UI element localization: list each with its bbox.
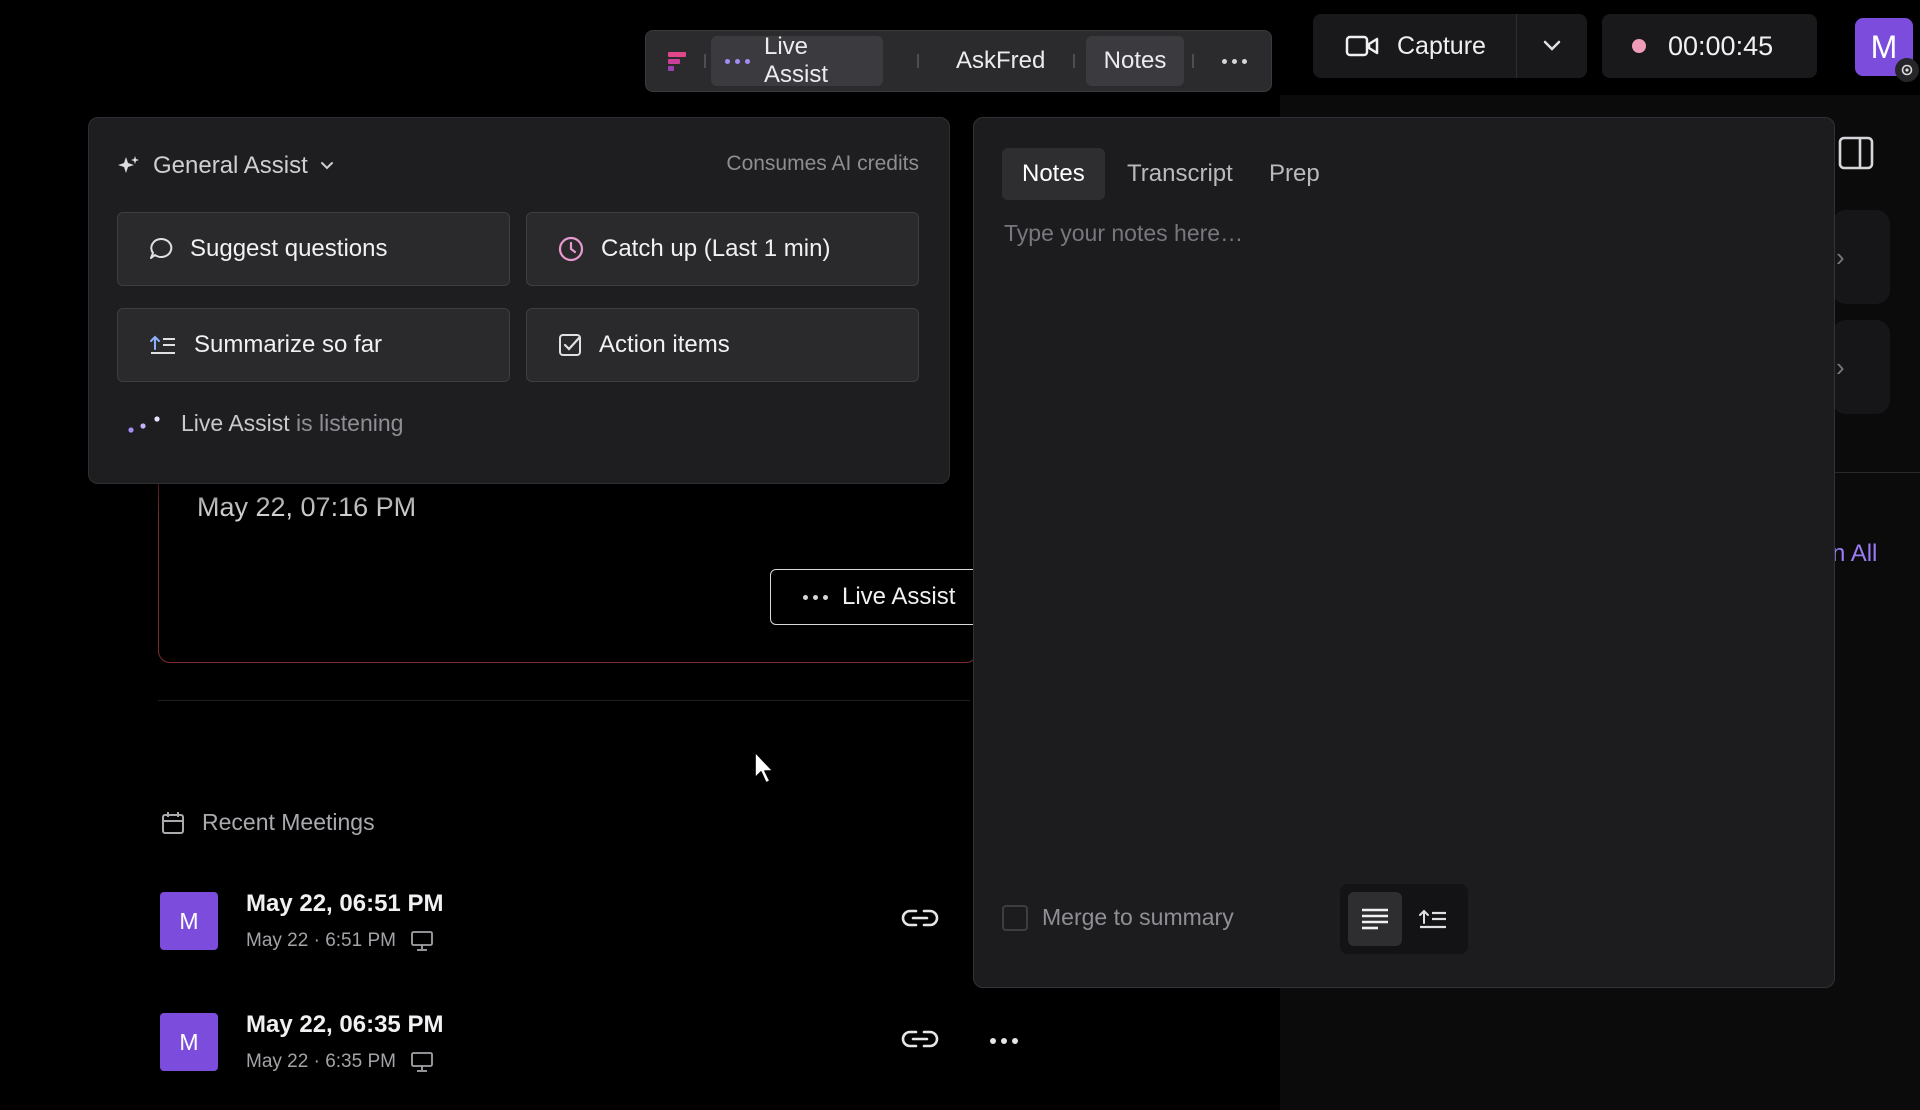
assist-mode-label: General Assist — [153, 152, 308, 179]
more-dots-icon — [803, 594, 828, 600]
summary-list-icon — [1419, 909, 1446, 929]
meeting-subtitle: May 22 · 6:35 PM — [246, 1051, 434, 1073]
action-items-label: Action items — [599, 331, 730, 358]
live-assist-button-label: Live Assist — [842, 583, 956, 610]
catch-up-label: Catch up (Last 1 min) — [601, 235, 831, 262]
meeting-date: May 22, 07:16 PM — [197, 492, 417, 522]
tab-prep[interactable]: Prep — [1249, 148, 1340, 200]
live-assist-panel: General Assist Consumes AI credits Sugge… — [88, 117, 950, 484]
listening-dots-icon — [128, 415, 160, 433]
format-toggle-group — [1340, 884, 1468, 954]
separator — [917, 54, 919, 68]
separator — [1073, 54, 1075, 68]
suggest-questions-button[interactable]: Suggest questions — [117, 212, 510, 286]
toolbar-more-button[interactable] — [1208, 36, 1258, 86]
summary-format-button[interactable] — [1406, 892, 1460, 946]
notes-input[interactable] — [1002, 218, 1806, 802]
sparkle-icon — [118, 156, 139, 173]
avatar: M — [160, 1013, 218, 1071]
capture-label: Capture — [1397, 31, 1486, 60]
capture-dropdown-button[interactable] — [1517, 14, 1587, 78]
meeting-toolbar: Live Assist AskFred Notes — [645, 30, 1272, 92]
link-icon[interactable] — [900, 1027, 940, 1051]
monitor-icon — [411, 931, 433, 951]
meeting-title: May 22, 06:35 PM — [246, 1011, 444, 1038]
listening-status-text: is listening — [296, 410, 404, 436]
askfred-label: AskFred — [956, 47, 1046, 74]
listening-status: Live Assist is listening — [127, 410, 403, 437]
mouse-cursor-icon — [754, 751, 774, 784]
link-icon[interactable] — [900, 906, 940, 930]
app-logo-icon — [668, 52, 686, 71]
live-assist-label: Live Assist — [764, 33, 829, 88]
chevron-right-icon: › — [1836, 242, 1845, 272]
notes-label: Notes — [1103, 47, 1167, 74]
sidebar-card[interactable]: › — [1832, 320, 1890, 414]
view-all-link[interactable]: n All — [1832, 540, 1877, 568]
more-dots-icon — [1222, 58, 1247, 64]
checkbox-checked-icon — [559, 334, 581, 356]
chat-bubble-icon — [150, 237, 173, 259]
capture-button[interactable]: Capture — [1313, 14, 1516, 78]
clock-icon — [558, 236, 584, 262]
sidebar-toggle-icon[interactable] — [1838, 136, 1874, 170]
recent-meetings-heading: Recent Meetings — [160, 809, 375, 836]
capture-control: Capture — [1313, 14, 1587, 78]
summarize-button[interactable]: Summarize so far — [117, 308, 510, 382]
merge-to-summary-toggle[interactable]: Merge to summary — [1002, 904, 1234, 931]
chevron-right-icon: › — [1836, 352, 1845, 382]
meeting-subtitle: May 22 · 6:51 PM — [246, 930, 434, 952]
askfred-tab[interactable]: AskFred — [942, 36, 1059, 86]
tab-transcript[interactable]: Transcript — [1107, 148, 1253, 200]
avatar-initial: M — [179, 1028, 199, 1055]
chevron-down-icon — [1543, 40, 1561, 51]
action-items-button[interactable]: Action items — [526, 308, 919, 382]
align-left-icon — [1362, 908, 1388, 930]
monitor-icon — [411, 1052, 433, 1072]
gear-icon[interactable] — [1895, 58, 1919, 82]
separator — [1192, 54, 1194, 68]
paragraph-format-button[interactable] — [1348, 892, 1402, 946]
live-assist-tab[interactable]: Live Assist — [711, 33, 883, 88]
merge-checkbox[interactable] — [1002, 904, 1028, 931]
suggest-questions-label: Suggest questions — [190, 235, 388, 262]
avatar-initial: M — [179, 907, 199, 934]
divider — [1832, 472, 1920, 473]
summary-list-icon — [150, 335, 175, 354]
catch-up-button[interactable]: Catch up (Last 1 min) — [526, 212, 919, 286]
divider — [158, 700, 970, 701]
sidebar-card[interactable]: › — [1832, 210, 1890, 304]
meeting-time: May 22 · 6:35 PM — [246, 1051, 396, 1072]
recent-meetings-title: Recent Meetings — [202, 809, 375, 835]
recording-timer[interactable]: 00:00:45 — [1602, 14, 1817, 78]
assist-mode-selector[interactable]: General Assist — [117, 152, 334, 180]
meeting-time: May 22 · 6:51 PM — [246, 930, 396, 951]
notes-tab[interactable]: Notes — [1086, 36, 1184, 86]
meeting-title: May 22, 06:51 PM — [246, 890, 444, 917]
more-options-icon[interactable] — [990, 1038, 1018, 1044]
separator — [704, 54, 706, 68]
avatar-initial: M — [1870, 28, 1898, 65]
calendar-icon — [162, 811, 184, 834]
chevron-down-icon — [320, 162, 333, 170]
video-camera-icon — [1345, 35, 1379, 57]
list-item[interactable]: M May 22, 06:51 PM May 22 · 6:51 PM — [160, 890, 1040, 962]
list-item[interactable]: M May 22, 06:35 PM May 22 · 6:35 PM — [160, 1011, 1040, 1083]
tab-notes[interactable]: Notes — [1002, 148, 1105, 200]
avatar: M — [160, 892, 218, 950]
live-assist-button[interactable]: Live Assist — [770, 569, 1000, 625]
notes-panel: Notes Transcript Prep Merge to summary — [973, 117, 1835, 988]
listening-text: Live Assist is listening — [181, 410, 403, 437]
more-dots-icon — [725, 58, 750, 64]
summarize-label: Summarize so far — [194, 331, 383, 358]
user-avatar[interactable]: M — [1855, 18, 1919, 82]
credits-note: Consumes AI credits — [726, 152, 919, 175]
merge-label: Merge to summary — [1042, 904, 1234, 930]
timer-value: 00:00:45 — [1668, 30, 1774, 61]
listening-name: Live Assist — [181, 410, 290, 436]
recording-dot-icon — [1632, 39, 1646, 53]
